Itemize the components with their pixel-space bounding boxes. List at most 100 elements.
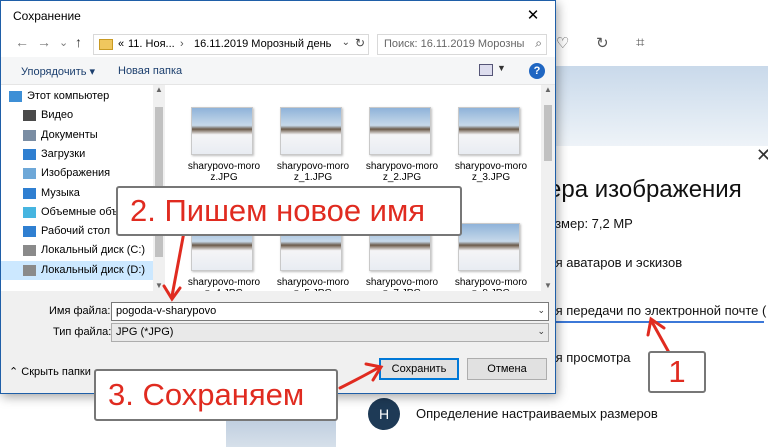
- folder-icon: [99, 39, 113, 50]
- files-scroll-down-icon[interactable]: ▼: [544, 281, 552, 290]
- file-name: sharypovo-moro: [454, 277, 528, 288]
- file-name-ext: z_1.JPG: [293, 172, 333, 183]
- file-name: sharypovo-moro: [365, 161, 439, 172]
- filetype-select[interactable]: JPG (*JPG) ⌄: [111, 323, 549, 342]
- computer-icon: [9, 91, 22, 102]
- downloads-folder-icon: [23, 148, 36, 160]
- custom-size-option[interactable]: Определение настраиваемых размеров: [416, 406, 658, 421]
- option-email[interactable]: ля передачи по электронной почте (: [548, 303, 766, 318]
- files-scroll-up-icon[interactable]: ▲: [544, 85, 552, 94]
- forward-arrow-icon[interactable]: →: [37, 34, 51, 50]
- nav-item-drive-c[interactable]: Локальный диск (C:): [1, 241, 153, 260]
- music-folder-icon: [23, 187, 36, 199]
- filename-value[interactable]: pogoda-v-sharypovo: [116, 305, 216, 317]
- nav-item-computer[interactable]: Этот компьютер: [1, 87, 153, 106]
- desktop-folder-icon: [23, 226, 36, 238]
- file-list-scroll-thumb[interactable]: [544, 105, 552, 161]
- back-arrow-icon[interactable]: ←: [15, 34, 29, 50]
- save-button[interactable]: Сохранить: [379, 358, 459, 380]
- scroll-down-icon[interactable]: ▼: [155, 281, 163, 290]
- nav-item-label: Изображения: [41, 167, 111, 180]
- address-row: ← → ⌄ ↑ « 11. Ноя... › 16.11.2019 Морозн…: [1, 31, 555, 57]
- crop-icon[interactable]: ⌗: [636, 34, 644, 51]
- nav-item-label: Этот компьютер: [27, 90, 110, 102]
- scroll-up-icon[interactable]: ▲: [155, 85, 163, 94]
- photo-thumbnail-image: [458, 107, 520, 155]
- photo-thumbnail-image: [369, 107, 431, 155]
- view-options-icon[interactable]: [479, 64, 493, 76]
- file-name: sharypovo-moro: [365, 277, 439, 288]
- address-bar[interactable]: « 11. Ноя... › 16.11.2019 Морозный день …: [93, 34, 369, 55]
- drive-d-icon: [23, 264, 36, 276]
- file-name: sharypovo-moro: [276, 161, 350, 172]
- nav-item-drive-d[interactable]: Локальный диск (D:): [1, 260, 153, 280]
- file-name: sharypovo-moro: [187, 277, 261, 288]
- save-form: Имя файла: pogoda-v-sharypovo ⌄ Тип файл…: [1, 291, 555, 347]
- nav-item-label: Документы: [41, 128, 98, 141]
- step1-annotation: 1: [648, 351, 706, 393]
- heart-icon[interactable]: ♡: [556, 34, 569, 52]
- cancel-button[interactable]: Отмена: [467, 358, 547, 380]
- breadcrumb-current[interactable]: 16.11.2019 Морозный день: [194, 38, 331, 50]
- breadcrumb-parent[interactable]: 11. Ноя...: [128, 38, 175, 50]
- breadcrumb-prefix[interactable]: «: [118, 38, 124, 50]
- step3-annotation: 3. Сохраняем: [94, 369, 338, 421]
- file-name-ext: z.JPG: [210, 172, 238, 183]
- view-dropdown-icon[interactable]: ▼: [497, 63, 506, 73]
- file-name: sharypovo-moro: [276, 277, 350, 288]
- option-avatars[interactable]: ля аватаров и эскизов: [548, 255, 682, 270]
- filetype-value: JPG (*JPG): [116, 326, 174, 338]
- filename-input[interactable]: pogoda-v-sharypovo ⌄: [111, 302, 549, 321]
- address-dropdown-icon[interactable]: ⌄: [342, 37, 350, 48]
- breadcrumb-separator: ›: [180, 38, 184, 50]
- step2-annotation: 2. Пишем новое имя: [116, 186, 462, 236]
- dialog-toolbar: Упорядочить ▾ Новая папка ▼ ?: [1, 57, 555, 85]
- pictures-folder-icon: [23, 168, 36, 180]
- nav-item-pictures-folder[interactable]: Изображения: [1, 164, 153, 183]
- close-icon[interactable]: ✕: [511, 1, 555, 31]
- organize-button[interactable]: Упорядочить ▾: [21, 65, 95, 78]
- hide-folders-label: Скрыть папки: [21, 366, 91, 378]
- file-name-ext: z_2.JPG: [382, 172, 422, 183]
- filetype-label: Тип файла:: [53, 326, 112, 338]
- nav-item-label: Загрузки: [41, 147, 86, 160]
- file-name: sharypovo-moro: [187, 161, 261, 172]
- help-icon[interactable]: ?: [529, 63, 545, 79]
- nav-item-documents-folder[interactable]: Документы: [1, 126, 153, 145]
- nav-item-downloads-folder[interactable]: Загрузки: [1, 145, 153, 164]
- rotate-icon[interactable]: ↻: [596, 34, 609, 52]
- image-size-text: азмер: 7,2 MP: [548, 216, 633, 231]
- new-folder-button[interactable]: Новая папка: [118, 65, 182, 77]
- photo-thumbnail-image: [280, 107, 342, 155]
- search-box[interactable]: Поиск: 16.11.2019 Морозный... ⌕: [377, 34, 547, 55]
- photo-thumbnail-image: [191, 107, 253, 155]
- file-name: sharypovo-moro: [454, 161, 528, 172]
- documents-folder-icon: [23, 129, 36, 141]
- nav-item-label: Видео: [41, 109, 74, 122]
- hide-folders-toggle[interactable]: ⌃ Скрыть папки: [9, 365, 91, 378]
- nav-item-label: Музыка: [41, 186, 80, 199]
- search-icon[interactable]: ⌕: [535, 36, 542, 51]
- custom-size-avatar: Н: [368, 398, 400, 430]
- file-list-scrollbar[interactable]: ▲ ▼: [541, 85, 555, 291]
- file-name-ext: z_3.JPG: [471, 172, 511, 183]
- nav-item-label: Рабочий стол: [41, 225, 111, 238]
- up-arrow-icon[interactable]: ↑: [75, 34, 82, 50]
- background-photo: [548, 66, 768, 146]
- filename-label: Имя файла:: [49, 305, 111, 317]
- nav-item-label: Локальный диск (D:): [41, 263, 146, 276]
- option-email-highlight: [548, 321, 764, 323]
- dialog-titlebar: Сохранение ✕: [1, 1, 555, 31]
- panel-close-icon[interactable]: ✕: [756, 145, 768, 166]
- video-folder-icon: [23, 110, 36, 122]
- filename-dropdown-icon[interactable]: ⌄: [537, 305, 545, 316]
- search-placeholder: Поиск: 16.11.2019 Морозный...: [384, 38, 524, 50]
- refresh-icon[interactable]: ↻: [355, 36, 365, 50]
- filetype-dropdown-icon[interactable]: ⌄: [537, 326, 545, 337]
- nav-item-video-folder[interactable]: Видео: [1, 106, 153, 125]
- photo-thumbnail-image: [458, 223, 520, 271]
- option-view[interactable]: ля просмотра: [548, 350, 631, 365]
- dialog-title: Сохранение: [13, 9, 81, 23]
- recent-dropdown-icon[interactable]: ⌄: [59, 36, 68, 49]
- 3d-objects-icon: [23, 206, 36, 218]
